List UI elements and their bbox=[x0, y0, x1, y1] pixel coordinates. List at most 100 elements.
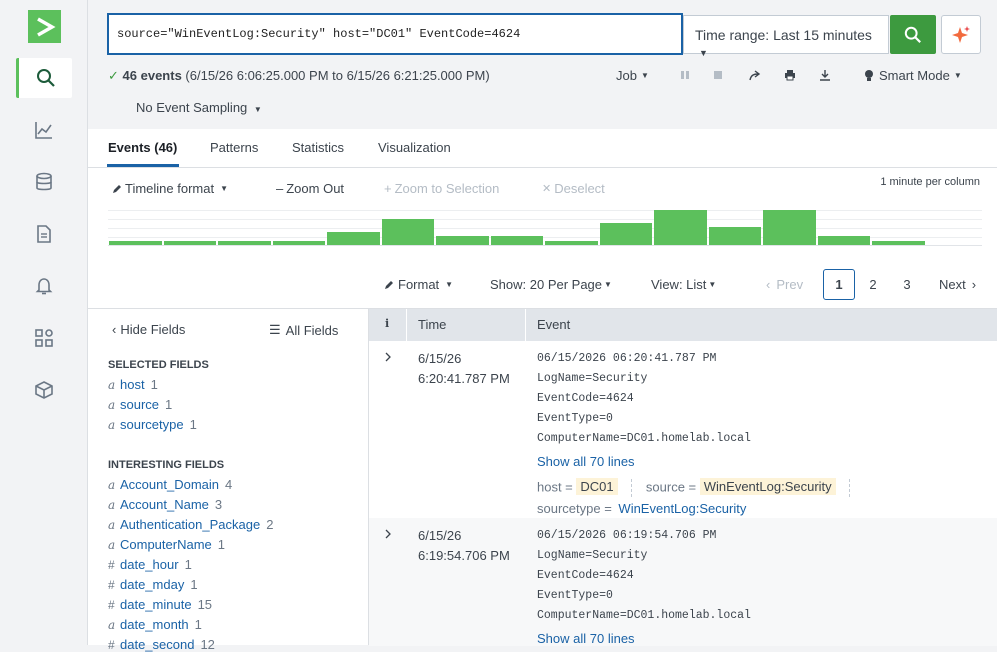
host-value[interactable]: DC01 bbox=[576, 478, 618, 496]
sourcetype-value[interactable]: WinEventLog:Security bbox=[618, 501, 746, 516]
hide-fields-button[interactable]: ‹ Hide Fields bbox=[112, 322, 185, 337]
zoom-out-button[interactable]: – Zoom Out bbox=[276, 181, 344, 196]
list-icon: ☰ bbox=[269, 322, 281, 337]
field-name[interactable]: date_minute bbox=[120, 597, 192, 612]
histogram-bar[interactable] bbox=[817, 236, 870, 245]
field-name[interactable]: host bbox=[120, 377, 145, 392]
check-icon: ✓ bbox=[108, 68, 119, 83]
field-item[interactable]: # date_hour 1 bbox=[108, 557, 192, 572]
stop-button[interactable] bbox=[713, 70, 723, 80]
field-item[interactable]: a Account_Domain 4 bbox=[108, 477, 232, 492]
apps-nav-button[interactable] bbox=[16, 370, 72, 410]
histogram-bar[interactable] bbox=[327, 232, 380, 245]
field-item[interactable]: a sourcetype 1 bbox=[108, 417, 197, 432]
database-icon bbox=[36, 172, 52, 191]
results-tabs: Events (46) Patterns Statistics Visualiz… bbox=[88, 129, 997, 168]
field-item[interactable]: a ComputerName 1 bbox=[108, 537, 225, 552]
format-menu[interactable]: Format ▼ bbox=[384, 277, 453, 292]
field-name[interactable]: date_mday bbox=[120, 577, 184, 592]
share-icon bbox=[749, 70, 761, 81]
sourcetype-key: sourcetype = bbox=[537, 501, 612, 516]
search-mode-menu[interactable]: Smart Mode ▼ bbox=[864, 68, 962, 83]
page-3-button[interactable]: 3 bbox=[891, 269, 923, 300]
all-fields-button[interactable]: ☰ All Fields bbox=[269, 322, 338, 338]
next-page-button[interactable]: Next › bbox=[939, 277, 976, 292]
histogram-bar[interactable] bbox=[436, 236, 489, 245]
field-name[interactable]: Account_Domain bbox=[120, 477, 219, 492]
field-item[interactable]: a date_month 1 bbox=[108, 617, 202, 632]
tab-events[interactable]: Events (46) bbox=[108, 140, 177, 155]
expand-chevron-icon[interactable] bbox=[383, 526, 393, 539]
histogram-bar[interactable] bbox=[545, 241, 598, 245]
histogram-bar[interactable] bbox=[763, 210, 816, 245]
timeline-format-menu[interactable]: Timeline format ▼ bbox=[112, 181, 228, 196]
job-label: Job bbox=[616, 68, 637, 83]
time-column-header[interactable]: Time bbox=[418, 317, 446, 332]
histogram-bar[interactable] bbox=[708, 227, 761, 245]
search-nav-button[interactable] bbox=[16, 58, 72, 98]
field-item[interactable]: # date_minute 15 bbox=[108, 597, 212, 612]
job-menu[interactable]: Job ▼ bbox=[616, 68, 649, 83]
field-item[interactable]: a source 1 bbox=[108, 397, 172, 412]
event-line: ComputerName=DC01.homelab.local bbox=[537, 432, 751, 445]
show-all-lines-link[interactable]: Show all 70 lines bbox=[537, 631, 635, 646]
histogram-bar[interactable] bbox=[218, 241, 271, 245]
field-name[interactable]: source bbox=[120, 397, 159, 412]
expand-chevron-icon[interactable] bbox=[383, 349, 393, 362]
export-button[interactable] bbox=[819, 69, 831, 81]
source-key: source = bbox=[645, 479, 697, 495]
event-sampling-menu[interactable]: No Event Sampling ▼ bbox=[136, 100, 262, 115]
analytics-nav-button[interactable] bbox=[16, 110, 72, 150]
histogram-bar[interactable] bbox=[109, 241, 162, 245]
field-type-indicator: a bbox=[108, 617, 116, 632]
pause-icon bbox=[681, 71, 689, 79]
histogram-bar[interactable] bbox=[872, 241, 925, 245]
search-submit-button[interactable] bbox=[890, 15, 936, 54]
histogram-bar[interactable] bbox=[381, 219, 434, 245]
page-size-menu[interactable]: Show: 20 Per Page ▼ bbox=[490, 277, 612, 292]
field-name[interactable]: Account_Name bbox=[120, 497, 209, 512]
field-item[interactable]: a Authentication_Package 2 bbox=[108, 517, 273, 532]
histogram-bar[interactable] bbox=[272, 241, 325, 245]
tab-patterns[interactable]: Patterns bbox=[210, 140, 258, 155]
field-item[interactable]: # date_mday 1 bbox=[108, 577, 198, 592]
source-value[interactable]: WinEventLog:Security bbox=[699, 478, 836, 496]
print-button[interactable] bbox=[784, 69, 796, 81]
reports-nav-button[interactable] bbox=[16, 214, 72, 254]
page-2-button[interactable]: 2 bbox=[857, 269, 889, 300]
field-name[interactable]: sourcetype bbox=[120, 417, 184, 432]
splunk-logo[interactable] bbox=[28, 10, 61, 43]
time-range-picker[interactable]: Time range: Last 15 minutes ▼ bbox=[683, 15, 889, 58]
field-name[interactable]: ComputerName bbox=[120, 537, 212, 552]
ai-assistant-button[interactable] bbox=[941, 15, 981, 54]
alerts-nav-button[interactable] bbox=[16, 266, 72, 306]
view-menu[interactable]: View: List ▼ bbox=[651, 277, 716, 292]
prev-page-button[interactable]: ‹ Prev bbox=[766, 277, 803, 292]
field-count: 1 bbox=[150, 377, 158, 392]
zoom-to-selection-button[interactable]: + Zoom to Selection bbox=[384, 181, 499, 196]
timeline-histogram[interactable] bbox=[108, 210, 982, 246]
share-button[interactable] bbox=[749, 70, 761, 81]
datasets-nav-button[interactable] bbox=[16, 162, 72, 202]
deselect-button[interactable]: ✕ Deselect bbox=[542, 181, 605, 196]
histogram-bar[interactable] bbox=[599, 223, 652, 245]
field-item[interactable]: a host 1 bbox=[108, 377, 158, 392]
event-metadata: host = DC01 source = WinEventLog:Securit… bbox=[537, 478, 860, 497]
tab-visualization[interactable]: Visualization bbox=[378, 140, 451, 155]
tab-statistics[interactable]: Statistics bbox=[292, 140, 344, 155]
field-name[interactable]: date_month bbox=[120, 617, 189, 632]
caret-down-icon: ▼ bbox=[253, 105, 262, 114]
chevron-right-icon: › bbox=[971, 277, 977, 292]
dashboards-nav-button[interactable] bbox=[16, 318, 72, 358]
page-1-button[interactable]: 1 bbox=[823, 269, 855, 300]
field-name[interactable]: Authentication_Package bbox=[120, 517, 260, 532]
histogram-bar[interactable] bbox=[490, 236, 543, 245]
pause-button[interactable] bbox=[680, 70, 690, 80]
search-query-input[interactable]: source="WinEventLog:Security" host="DC01… bbox=[107, 13, 683, 55]
field-name[interactable]: date_hour bbox=[120, 557, 179, 572]
histogram-bar[interactable] bbox=[163, 241, 216, 245]
field-item[interactable]: a Account_Name 3 bbox=[108, 497, 222, 512]
histogram-bar[interactable] bbox=[654, 210, 707, 245]
event-raw-text: 06/15/2026 06:19:54.706 PM LogName=Secur… bbox=[537, 526, 751, 626]
show-all-lines-link[interactable]: Show all 70 lines bbox=[537, 454, 635, 469]
